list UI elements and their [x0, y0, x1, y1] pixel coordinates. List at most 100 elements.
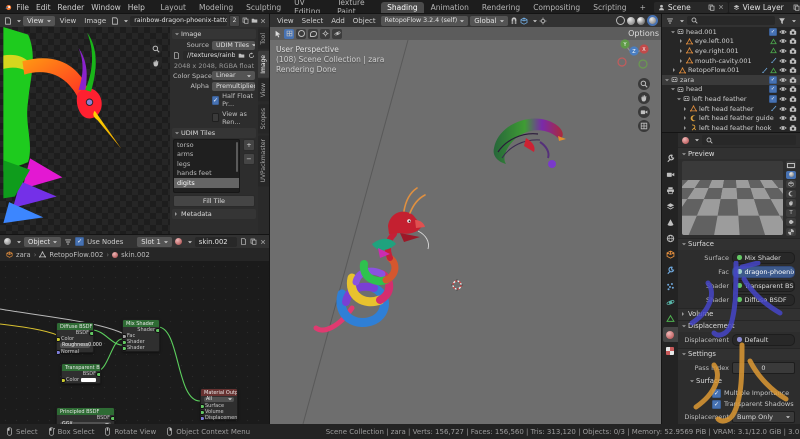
outliner-display-mode-icon[interactable]: [666, 17, 674, 25]
preview-sphere-button[interactable]: [786, 171, 796, 179]
tab-scopes[interactable]: Scopes: [258, 104, 270, 133]
tab-output[interactable]: [663, 183, 678, 198]
material-name-field[interactable]: skin.002: [195, 237, 237, 247]
hide-eye-icon[interactable]: [779, 76, 787, 84]
volume-panel-header[interactable]: Volume: [678, 308, 800, 320]
tab-texture[interactable]: [663, 343, 678, 358]
unlink-image-icon[interactable]: [260, 18, 266, 24]
tab-view[interactable]: View: [258, 79, 270, 101]
shading-material-icon[interactable]: [637, 17, 645, 25]
cursor-tool-icon[interactable]: [274, 30, 282, 38]
breadcrumb-material[interactable]: skin.002: [121, 251, 150, 259]
workspace-tab-shading[interactable]: Shading: [381, 2, 423, 13]
shader-editor-type-icon[interactable]: [4, 238, 11, 245]
collection-checkbox[interactable]: ✓: [769, 28, 777, 36]
workspace-tab-rendering[interactable]: Rendering: [476, 2, 526, 13]
unlink-scene-icon[interactable]: [718, 4, 724, 10]
render-visibility-icon[interactable]: [789, 66, 797, 74]
image-zoom-gizmo[interactable]: [150, 43, 162, 55]
unlink-material-icon[interactable]: [260, 239, 266, 245]
collection-checkbox[interactable]: ✓: [769, 95, 777, 103]
pass-index-field[interactable]: 0: [732, 362, 795, 374]
surface-shader-field[interactable]: Mix Shader: [732, 252, 795, 264]
new-view-layer-icon[interactable]: [793, 4, 800, 11]
add-workspace-button[interactable]: +: [634, 2, 652, 13]
image-image-menu[interactable]: Image: [81, 17, 109, 25]
menu-file[interactable]: File: [13, 3, 32, 12]
blender-logo-icon[interactable]: [4, 2, 12, 13]
menu-render[interactable]: Render: [55, 3, 88, 12]
render-visibility-icon[interactable]: [789, 47, 797, 55]
preview-cube-button[interactable]: [786, 180, 796, 188]
menu-edit[interactable]: Edit: [33, 3, 54, 12]
displacement-method-dropdown[interactable]: Bump Only: [732, 411, 795, 423]
node-canvas[interactable]: Diffuse BSDF BSDF Color Roughness0.000 N…: [0, 261, 270, 424]
color-swatch[interactable]: [81, 378, 96, 382]
surface-panel-header[interactable]: Surface: [678, 238, 800, 250]
render-visibility-icon[interactable]: [789, 105, 797, 113]
render-visibility-icon[interactable]: [789, 95, 797, 103]
render-visibility-icon[interactable]: [789, 114, 797, 122]
hide-eye-icon[interactable]: [779, 105, 787, 113]
udim-tile-item[interactable]: torso: [174, 140, 239, 150]
workspace-tab-compositing[interactable]: Compositing: [527, 2, 586, 13]
outliner-row[interactable]: head✓: [662, 85, 800, 95]
render-visibility-icon[interactable]: [789, 76, 797, 84]
orientation-dropdown[interactable]: Global: [470, 16, 507, 26]
preview-shirt-button[interactable]: T: [786, 209, 796, 217]
tab-material[interactable]: [663, 327, 678, 342]
tab-object-data[interactable]: [663, 311, 678, 326]
image-mode-dropdown[interactable]: View: [23, 16, 55, 26]
render-visibility-icon[interactable]: [789, 57, 797, 65]
udim-panel-header[interactable]: UDIM Tiles: [172, 128, 256, 138]
image-name-field[interactable]: rainbow-dragon-phoenix-tattoo-colour: [130, 16, 227, 26]
snap-target-icon[interactable]: [520, 17, 528, 25]
select-circle-tool[interactable]: [296, 29, 306, 39]
hide-eye-icon[interactable]: [779, 85, 787, 93]
transparent-shadows-checkbox[interactable]: ✓: [712, 400, 721, 409]
udim-tile-item-selected[interactable]: digits: [174, 178, 239, 188]
tab-object[interactable]: [663, 247, 678, 262]
tab-scene[interactable]: [663, 215, 678, 230]
outliner-row[interactable]: left head feather✓: [662, 94, 800, 104]
node-mix-shader[interactable]: Mix Shader Shader Fac Shader Shader: [122, 319, 160, 352]
new-scene-icon[interactable]: [708, 4, 715, 11]
multiple-importance-checkbox[interactable]: ✓: [712, 389, 721, 398]
breadcrumb-object[interactable]: zara: [16, 251, 31, 259]
tab-particles[interactable]: [663, 279, 678, 294]
viewport-zoom-button[interactable]: [638, 78, 650, 90]
roughness-slider[interactable]: Roughness0.000: [60, 343, 90, 349]
udim-tile-list[interactable]: torso arms legs hands feet digits: [173, 139, 240, 193]
shader2-field[interactable]: Diffuse BSDF: [732, 294, 795, 306]
workspace-tab-sculpting[interactable]: Sculpting: [240, 2, 287, 13]
preview-panel-header[interactable]: Preview: [678, 147, 800, 159]
filepath-field[interactable]: //textures/rainbo...: [183, 51, 235, 60]
outliner-row[interactable]: left head feather hook: [662, 123, 800, 133]
proportional-edit-icon[interactable]: [539, 17, 547, 25]
preview-plane-button[interactable]: [786, 161, 796, 169]
hide-eye-icon[interactable]: [779, 66, 787, 74]
udim-list-scrollbar[interactable]: [236, 142, 239, 172]
displacement-field[interactable]: Default: [732, 334, 795, 346]
udim-remove-tile-button[interactable]: −: [243, 153, 255, 165]
view-as-render-checkbox[interactable]: [212, 113, 219, 122]
outliner-row[interactable]: head.001✓: [662, 27, 800, 37]
displacement-panel-header[interactable]: Displacement: [678, 320, 800, 332]
navigation-gizmo[interactable]: Y X Z: [614, 36, 650, 72]
shader1-field[interactable]: Transparent BSDF: [732, 280, 795, 292]
node-transparent-bsdf[interactable]: Transparent BSDF BSDF Color: [61, 363, 101, 384]
collection-checkbox[interactable]: ✓: [769, 76, 777, 84]
shading-solid-icon[interactable]: [627, 17, 635, 25]
outliner-row[interactable]: left head feather: [662, 104, 800, 114]
udim-tile-item[interactable]: legs: [174, 159, 239, 169]
udim-tile-item[interactable]: arms: [174, 150, 239, 160]
tab-render[interactable]: [663, 167, 678, 182]
use-nodes-checkbox[interactable]: ✓: [75, 237, 84, 246]
tab-tool[interactable]: [663, 151, 678, 166]
tab-uvpackmaster[interactable]: UVPackmaster: [258, 135, 270, 186]
alpha-dropdown[interactable]: Premultiplied: [212, 82, 255, 91]
workspace-tab-scripting[interactable]: Scripting: [587, 2, 632, 13]
outliner-row-active[interactable]: zara✓: [662, 75, 800, 85]
outliner-row[interactable]: eye.left.001: [662, 37, 800, 47]
editor-type-icon[interactable]: [4, 17, 12, 25]
